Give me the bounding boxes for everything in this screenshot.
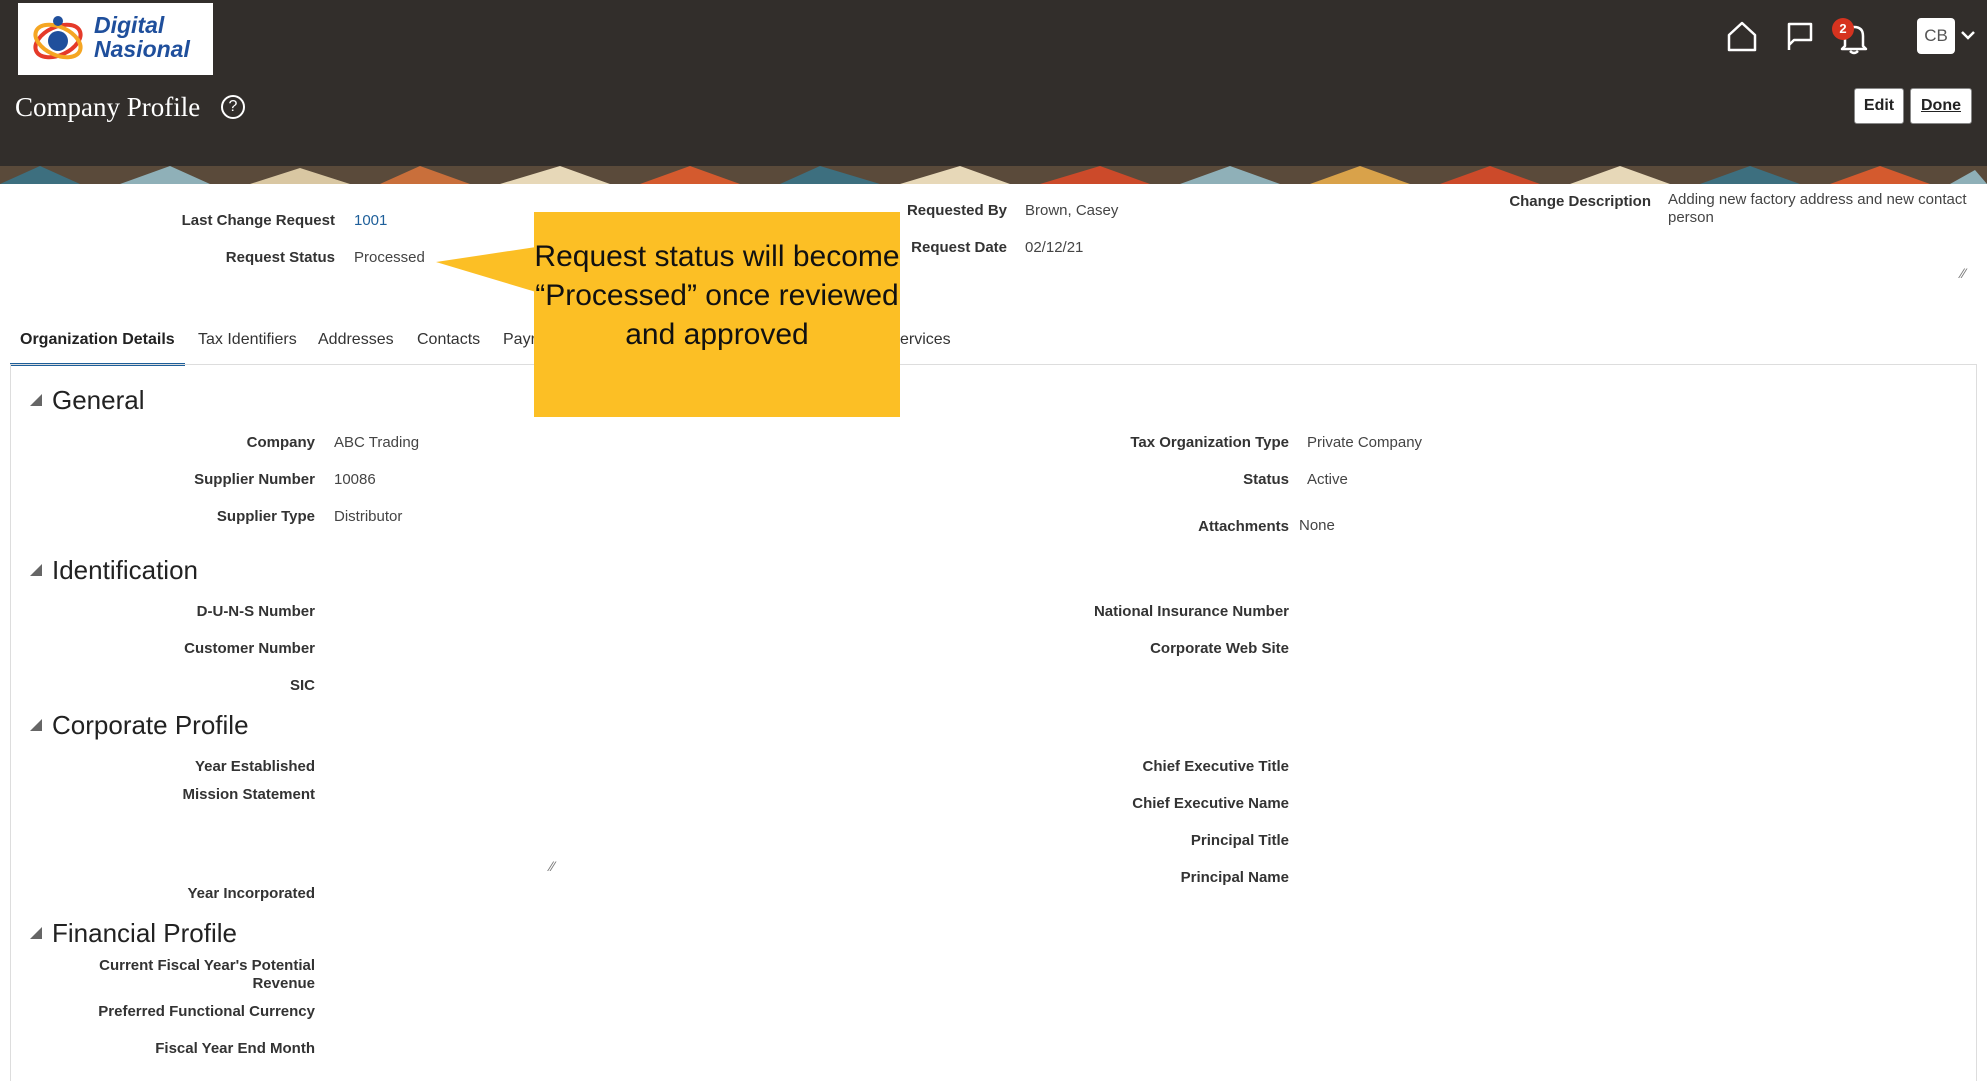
- section-corporate-profile-header[interactable]: Corporate Profile: [30, 710, 249, 741]
- principal-name-label: Principal Name: [1180, 869, 1289, 886]
- request-date-label: Request Date: [911, 239, 1007, 256]
- fiscal-year-end-month-label: Fiscal Year End Month: [155, 1040, 315, 1057]
- logo-line-1: Digital: [94, 12, 165, 38]
- collapse-triangle-icon[interactable]: [30, 927, 42, 939]
- year-established-label: Year Established: [194, 758, 315, 775]
- tab-organization-details[interactable]: Organization Details: [10, 326, 185, 366]
- help-icon[interactable]: ?: [221, 95, 245, 119]
- principal-title-label: Principal Title: [1190, 832, 1289, 849]
- collapse-triangle-icon[interactable]: [30, 394, 42, 406]
- section-identification-title: Identification: [52, 555, 198, 585]
- logo-mark-icon: [33, 16, 83, 60]
- attachments-label: Attachments: [1198, 518, 1289, 535]
- national-insurance-number-label: National Insurance Number: [1093, 603, 1289, 620]
- section-identification-header[interactable]: Identification: [30, 555, 198, 586]
- user-avatar[interactable]: CB: [1917, 18, 1955, 54]
- request-status-label: Request Status: [225, 249, 335, 266]
- callout-pointer: [436, 247, 536, 292]
- chevron-down-icon[interactable]: [1960, 28, 1976, 46]
- page-header: Digital Nasional Company Profile ? 2 CB …: [0, 0, 1987, 184]
- mission-statement-label: Mission Statement: [182, 786, 315, 803]
- tab-tax-identifiers[interactable]: Tax Identifiers: [198, 326, 297, 366]
- status-label: Status: [1243, 471, 1289, 488]
- tab-payments[interactable]: Payr: [503, 326, 536, 366]
- done-button[interactable]: Done: [1910, 88, 1972, 124]
- tab-addresses[interactable]: Addresses: [318, 326, 394, 366]
- request-date-value: 02/12/21: [1025, 239, 1084, 256]
- tab-services[interactable]: ervices: [900, 326, 951, 366]
- corporate-web-site-label: Corporate Web Site: [1150, 640, 1289, 657]
- tutorial-callout: Request status will become “Processed” o…: [534, 212, 900, 417]
- chief-executive-title-label: Chief Executive Title: [1142, 758, 1289, 775]
- section-financial-profile-header[interactable]: Financial Profile: [30, 918, 237, 949]
- resize-handle-icon[interactable]: ⁄⁄: [550, 858, 555, 874]
- company-label: Company: [246, 434, 315, 451]
- home-icon[interactable]: [1724, 18, 1760, 54]
- section-general-title: General: [52, 385, 145, 415]
- collapse-triangle-icon[interactable]: [30, 719, 42, 731]
- change-description-label: Change Description: [1509, 193, 1651, 210]
- page-title: Company Profile: [15, 92, 201, 122]
- collapse-triangle-icon[interactable]: [30, 564, 42, 576]
- duns-number-label: D-U-N-S Number: [196, 603, 315, 620]
- chief-executive-name-label: Chief Executive Name: [1132, 795, 1289, 812]
- requested-by-label: Requested By: [906, 202, 1007, 219]
- section-general-header[interactable]: General: [30, 385, 145, 416]
- logo-text: Digital Nasional: [94, 13, 190, 61]
- company-value: ABC Trading: [334, 434, 420, 451]
- last-change-request-label: Last Change Request: [181, 212, 335, 229]
- edit-button[interactable]: Edit: [1854, 88, 1904, 124]
- potential-revenue-label-line1: Current Fiscal Year's Potential: [99, 957, 315, 974]
- tax-organization-type-label: Tax Organization Type: [1130, 434, 1289, 451]
- tax-organization-type-value: Private Company: [1307, 434, 1423, 451]
- requested-by-value: Brown, Casey: [1025, 202, 1119, 219]
- supplier-number-value: 10086: [334, 471, 376, 488]
- notification-count-badge: 2: [1832, 18, 1854, 40]
- potential-revenue-label-line2: Revenue: [252, 975, 315, 992]
- resize-handle-icon[interactable]: ⁄⁄: [1961, 265, 1966, 281]
- supplier-type-label: Supplier Type: [216, 508, 315, 525]
- flag-icon[interactable]: [1782, 18, 1818, 54]
- section-financial-profile-title: Financial Profile: [52, 918, 237, 948]
- supplier-type-value: Distributor: [334, 508, 403, 525]
- decorative-banner-pattern: [0, 166, 1987, 184]
- customer-number-label: Customer Number: [184, 640, 315, 657]
- sic-label: SIC: [289, 677, 315, 694]
- year-incorporated-label: Year Incorporated: [187, 885, 315, 902]
- section-corporate-profile-title: Corporate Profile: [52, 710, 249, 740]
- supplier-number-label: Supplier Number: [194, 471, 315, 488]
- status-value: Active: [1307, 471, 1348, 488]
- tab-contacts[interactable]: Contacts: [417, 326, 480, 366]
- last-change-request-link[interactable]: 1001: [354, 212, 387, 229]
- request-status-value: Processed: [354, 249, 425, 266]
- company-logo[interactable]: Digital Nasional: [18, 3, 213, 75]
- logo-line-2: Nasional: [94, 36, 190, 62]
- change-description-value[interactable]: Adding new factory address and new conta…: [1668, 191, 1968, 227]
- preferred-functional-currency-label: Preferred Functional Currency: [98, 1003, 315, 1020]
- attachments-value[interactable]: None: [1299, 517, 1335, 534]
